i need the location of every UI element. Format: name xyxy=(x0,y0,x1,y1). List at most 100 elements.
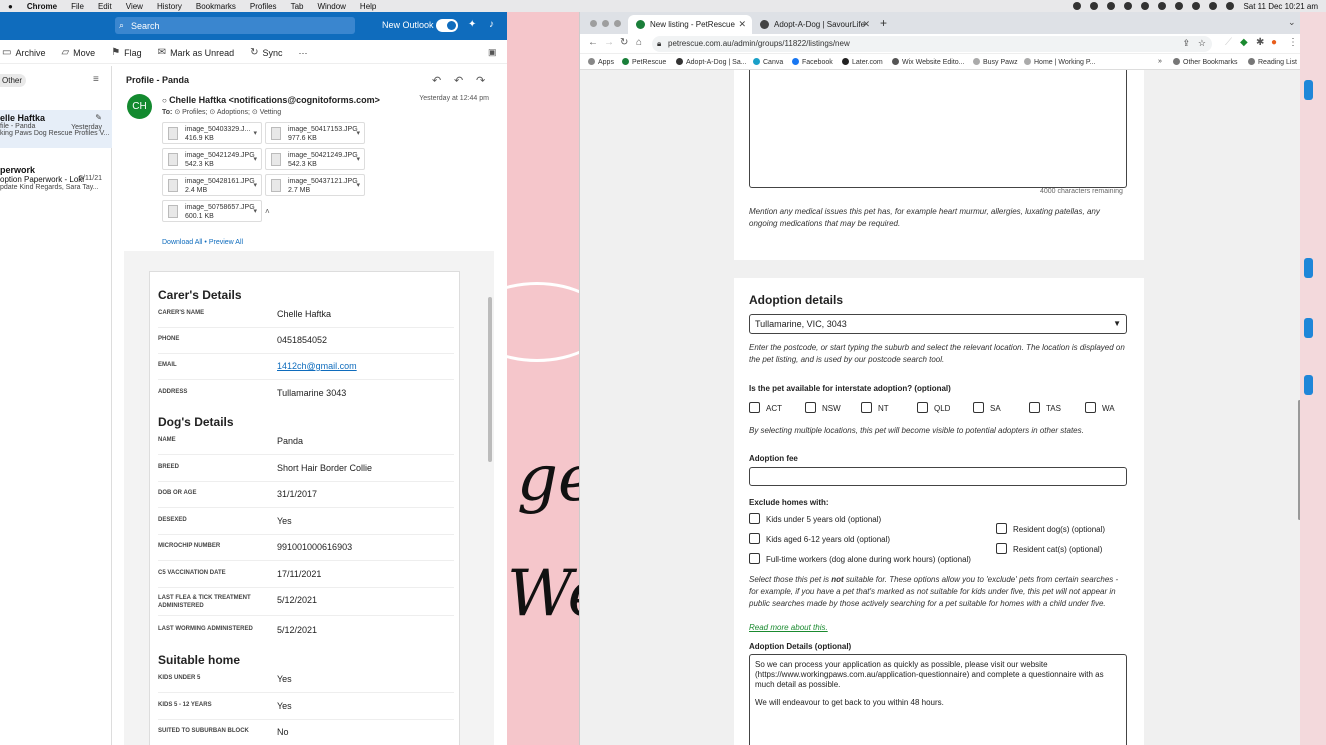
exclude-resident-cats-checkbox[interactable] xyxy=(996,543,1007,554)
forward-icon[interactable]: ↷ xyxy=(476,74,485,87)
bookmark-apps[interactable]: Apps xyxy=(588,58,614,66)
chevron-down-icon[interactable]: ▾ xyxy=(356,181,360,190)
star-icon[interactable]: ☆ xyxy=(1198,38,1206,49)
status-icon[interactable] xyxy=(1073,2,1082,10)
menu-edit[interactable]: Edit xyxy=(98,2,112,11)
megaphone-icon[interactable]: ✦ xyxy=(468,20,478,30)
chevron-down-icon[interactable]: ▾ xyxy=(253,129,257,138)
chevron-down-icon[interactable]: ▾ xyxy=(356,129,360,138)
chevron-down-icon[interactable]: ▾ xyxy=(253,155,257,164)
attachment[interactable]: image_50428161.JPG 2.4 MB ▾ xyxy=(162,174,262,196)
url-input[interactable]: 🔒︎ petrescue.com.au/admin/groups/11822/l… xyxy=(652,36,1212,52)
state-checkbox-nsw[interactable] xyxy=(805,402,816,413)
chevron-down-icon[interactable]: ▾ xyxy=(253,207,257,216)
profile-avatar-icon[interactable]: ● xyxy=(1271,37,1277,48)
attachment[interactable]: image_50758657.JPG 600.1 KB ▾ xyxy=(162,200,262,222)
search-input[interactable]: ⌕ Search xyxy=(115,17,355,34)
download-all-link[interactable]: Download All xyxy=(162,239,202,246)
recipient[interactable]: Vetting xyxy=(260,109,281,116)
back-icon[interactable]: ← xyxy=(588,37,598,48)
focused-other-pill[interactable]: Other xyxy=(0,74,26,87)
minimize-window-icon[interactable] xyxy=(602,20,609,27)
tab-new-listing[interactable]: New listing - PetRescue ✕ xyxy=(628,15,752,34)
scrollbar[interactable] xyxy=(1298,400,1300,520)
zoom-window-icon[interactable] xyxy=(614,20,621,27)
read-more-link[interactable]: Read more about this. xyxy=(749,623,828,632)
bookmark-wix[interactable]: Wix Website Edito... xyxy=(892,58,965,66)
bookmark-busy-pawz[interactable]: Busy Pawz xyxy=(973,58,1018,66)
status-icon[interactable] xyxy=(1107,2,1116,10)
exclude-resident-dogs-checkbox[interactable] xyxy=(996,523,1007,534)
desktop-icon[interactable] xyxy=(1304,258,1313,278)
more-button[interactable]: ··· xyxy=(299,48,308,58)
status-icon[interactable] xyxy=(1141,2,1150,10)
recipient[interactable]: Profiles; xyxy=(182,109,207,116)
menu-view[interactable]: View xyxy=(126,2,143,11)
exclude-fulltime-workers-checkbox[interactable] xyxy=(749,553,760,564)
state-checkbox-nt[interactable] xyxy=(861,402,872,413)
battery-icon[interactable] xyxy=(1175,2,1184,10)
exclude-kids-6-12-checkbox[interactable] xyxy=(749,533,760,544)
menu-profiles[interactable]: Profiles xyxy=(250,2,277,11)
email-link[interactable]: 1412ch@gmail.com xyxy=(277,361,357,371)
chevron-down-icon[interactable]: ▾ xyxy=(253,181,257,190)
menu-window[interactable]: Window xyxy=(317,2,345,11)
state-checkbox-tas[interactable] xyxy=(1029,402,1040,413)
status-icon[interactable] xyxy=(1124,2,1133,10)
tab-search-icon[interactable]: ⌄ xyxy=(1288,17,1296,28)
bookmark-reading-list[interactable]: Reading List xyxy=(1248,58,1297,66)
state-checkbox-wa[interactable] xyxy=(1085,402,1096,413)
menu-tab[interactable]: Tab xyxy=(291,2,304,11)
mark-unread-button[interactable]: ✉ Mark as Unread xyxy=(158,47,234,58)
reload-icon[interactable]: ↻ xyxy=(620,37,628,48)
list-item[interactable]: elle Haftka file - Panda king Paws Dog R… xyxy=(0,110,112,148)
bookmark-adopt-a-dog[interactable]: Adopt-A-Dog | Sa... xyxy=(676,58,747,66)
recipient[interactable]: Adoptions; xyxy=(217,109,250,116)
home-icon[interactable]: ⌂ xyxy=(636,37,642,48)
bookmark-canva[interactable]: Canva xyxy=(753,58,783,66)
sync-button[interactable]: ↻ Sync xyxy=(250,47,282,58)
status-icon[interactable] xyxy=(1090,2,1099,10)
state-checkbox-qld[interactable] xyxy=(917,402,928,413)
new-outlook-toggle[interactable] xyxy=(436,19,458,32)
close-tab-icon[interactable]: ✕ xyxy=(738,19,746,30)
tab-adopt-a-dog[interactable]: Adopt-A-Dog | SavourLife ✕ xyxy=(752,15,876,34)
filter-icon[interactable]: ≡ xyxy=(93,74,99,85)
control-center-icon[interactable] xyxy=(1209,2,1218,10)
desktop-icon[interactable] xyxy=(1304,318,1313,338)
attachment[interactable]: image_50421249.JPG 542.3 KB ▾ xyxy=(162,148,262,170)
bell-icon[interactable]: ♪ xyxy=(489,20,499,30)
attachment[interactable]: image_50437121.JPG 2.7 MB ▾ xyxy=(265,174,365,196)
chevron-right-icon[interactable]: » xyxy=(1158,58,1162,65)
extension-icon[interactable]: ◆ xyxy=(1240,37,1248,48)
menu-kebab-icon[interactable]: ⋮ xyxy=(1288,37,1298,48)
extensions-puzzle-icon[interactable]: ✱ xyxy=(1256,37,1264,48)
attachment[interactable]: image_50417153.JPG 977.6 KB ▾ xyxy=(265,122,365,144)
apple-icon[interactable]: ● xyxy=(8,2,13,11)
adoption-fee-input[interactable] xyxy=(749,467,1127,486)
bookmark-petrescue[interactable]: PetRescue xyxy=(622,58,666,66)
extension-icon[interactable]: ⟋ xyxy=(1225,37,1232,48)
state-checkbox-act[interactable] xyxy=(749,402,760,413)
wifi-icon[interactable] xyxy=(1158,2,1167,10)
menu-file[interactable]: File xyxy=(71,2,84,11)
scrollbar[interactable] xyxy=(488,297,492,462)
close-window-icon[interactable] xyxy=(590,20,597,27)
medical-textarea[interactable] xyxy=(749,70,1127,188)
move-button[interactable]: ▱ Move xyxy=(61,47,95,58)
preview-all-link[interactable]: • Preview All xyxy=(204,239,243,246)
share-icon[interactable]: ⇪ xyxy=(1182,38,1190,49)
app-menu[interactable]: Chrome xyxy=(27,2,57,11)
clock[interactable]: Sat 11 Dec 10:21 am xyxy=(1243,2,1318,11)
attachment[interactable]: image_50403329.J... 416.9 KB ▾ xyxy=(162,122,262,144)
chevron-up-icon[interactable]: ˄ xyxy=(265,207,270,216)
siri-icon[interactable] xyxy=(1226,2,1235,10)
close-tab-icon[interactable]: ✕ xyxy=(862,19,870,30)
location-select[interactable]: Tullamarine, VIC, 3043 ▼ xyxy=(749,314,1127,334)
desktop-icon[interactable] xyxy=(1304,375,1313,395)
archive-button[interactable]: ▭ Archive xyxy=(2,47,45,58)
menu-bookmarks[interactable]: Bookmarks xyxy=(196,2,236,11)
reply-all-icon[interactable]: ↶ xyxy=(454,74,463,87)
search-icon[interactable] xyxy=(1192,2,1201,10)
reply-icon[interactable]: ↶ xyxy=(432,74,441,87)
